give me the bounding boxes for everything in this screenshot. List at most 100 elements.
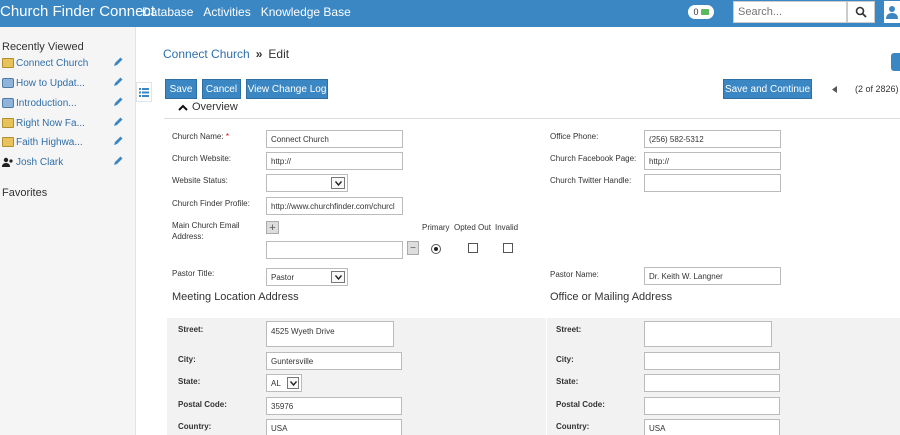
recent-item-label: Josh Clark [16,156,64,168]
recent-item-right-now[interactable]: Right Now Fa... [2,115,126,131]
meeting-street-input[interactable]: 4525 Wyeth Drive [266,321,394,347]
mailing-address-heading: Office or Mailing Address [550,291,673,303]
recent-item-connect-church[interactable]: Connect Church [2,55,126,71]
meeting-postal-label: Postal Code: [178,400,227,409]
dropdown-arrow [287,377,299,389]
recent-item-label: Introduction... [16,97,77,109]
church-name-input[interactable]: Connect Church [266,130,403,148]
mailing-state-input[interactable] [644,374,780,392]
website-status-select[interactable] [266,174,348,192]
search-button[interactable] [847,1,875,23]
sidebar: Recently Viewed Connect Church How to Up… [0,27,136,435]
breadcrumb-current: Edit [268,47,290,61]
pastor-name-label: Pastor Name: [550,270,599,279]
pastor-title-select[interactable]: Pastor [266,268,348,286]
list-view-toggle[interactable] [136,82,152,102]
recent-item-faith-highway[interactable]: Faith Highwa... [2,134,126,150]
document-icon [2,78,14,88]
nav-knowledge-base[interactable]: Knowledge Base [261,5,351,19]
recent-item-josh-clark[interactable]: Josh Clark [2,154,126,170]
pastor-name-input[interactable]: Dr. Keith W. Langner [644,267,781,285]
mailing-state-label: State: [556,377,579,386]
office-phone-input[interactable]: (256) 582-5312 [644,130,781,148]
recent-item-label: Connect Church [16,57,89,69]
chevron-down-icon [334,274,342,280]
mailing-country-input[interactable]: USA [644,419,780,435]
mailing-street-input[interactable] [644,321,772,347]
contact-icon [2,157,13,167]
user-menu-button[interactable] [884,1,900,23]
primary-email-radio[interactable] [431,244,441,254]
church-name-label: Church Name: * [172,132,229,141]
app-brand[interactable]: Church Finder Connect [0,3,155,20]
mailing-postal-input[interactable] [644,397,780,415]
opted-out-checkbox[interactable] [468,243,478,253]
recent-item-label: Faith Highwa... [16,136,83,148]
list-icon [139,87,149,97]
breadcrumb-parent[interactable]: Connect Church [163,47,250,61]
nav-activities[interactable]: Activities [203,5,250,19]
website-status-label: Website Status: [172,176,228,185]
section-divider [164,118,900,119]
facebook-page-input[interactable]: http:// [644,152,781,170]
dropdown-arrow [331,177,345,189]
twitter-handle-label: Church Twitter Handle: [550,176,632,185]
view-change-log-button[interactable]: View Change Log [246,79,328,99]
document-icon [2,98,14,108]
twitter-handle-input[interactable] [644,174,781,192]
meeting-state-label: State: [178,377,201,386]
pencil-icon[interactable] [112,116,124,128]
chevron-down-icon [289,380,297,386]
meeting-state-value: AL [271,378,281,388]
church-finder-profile-label: Church Finder Profile: [172,199,250,208]
chat-icon [700,9,709,15]
breadcrumb-separator: » [255,47,263,61]
church-finder-profile-input[interactable]: http://www.churchfinder.com/churcl [266,197,403,215]
pencil-icon[interactable] [112,155,124,167]
remove-email-button[interactable]: − [407,241,419,255]
pencil-icon[interactable] [112,96,124,108]
meeting-country-label: Country: [178,422,212,431]
folder-icon [2,58,14,68]
recent-item-how-to-update[interactable]: How to Updat... [2,75,126,91]
side-panel-tab[interactable] [891,53,900,71]
overview-section-toggle[interactable]: Overview [178,101,238,113]
meeting-city-input[interactable]: Guntersville [266,352,402,370]
facebook-page-label: Church Facebook Page: [550,154,637,163]
meeting-postal-input[interactable]: 35976 [266,397,402,415]
recent-item-label: How to Updat... [16,77,85,89]
previous-record-button[interactable] [827,80,841,98]
save-and-continue-button[interactable]: Save and Continue [723,79,812,99]
pastor-title-label: Pastor Title: [172,269,215,278]
meeting-address-heading: Meeting Location Address [172,291,299,303]
cancel-button[interactable]: Cancel [202,79,241,99]
nav-database[interactable]: Database [142,5,193,19]
mailing-postal-label: Postal Code: [556,400,605,409]
meeting-state-select[interactable]: AL [266,374,302,392]
search-input[interactable] [733,1,847,23]
dropdown-arrow [331,271,345,283]
add-email-button[interactable]: + [266,221,279,234]
meeting-street-label: Street: [178,325,204,334]
pencil-icon[interactable] [112,76,124,88]
main-email-label: Main Church Email Address: [172,221,240,241]
pencil-icon[interactable] [112,56,124,68]
breadcrumb: Connect Church » Edit [163,47,289,61]
caret-left-icon [831,85,837,93]
pencil-icon[interactable] [112,135,124,147]
recently-viewed-heading: Recently Viewed [2,41,84,53]
save-button[interactable]: Save [165,79,197,99]
recent-item-introduction[interactable]: Introduction... [2,95,126,111]
mailing-street-label: Street: [556,325,582,334]
required-marker: * [225,132,229,141]
church-website-input[interactable]: http:// [266,152,403,170]
primary-column-header: Primary [422,223,450,232]
folder-icon [2,137,14,147]
chevron-up-icon [178,104,188,111]
top-navigation-bar: Church Finder Connect Database Activitie… [0,0,900,27]
main-email-input[interactable] [266,241,403,259]
meeting-country-input[interactable]: USA [266,419,402,435]
mailing-city-input[interactable] [644,352,780,370]
notification-toggle[interactable]: 0 [688,5,714,19]
invalid-checkbox[interactable] [503,243,513,253]
